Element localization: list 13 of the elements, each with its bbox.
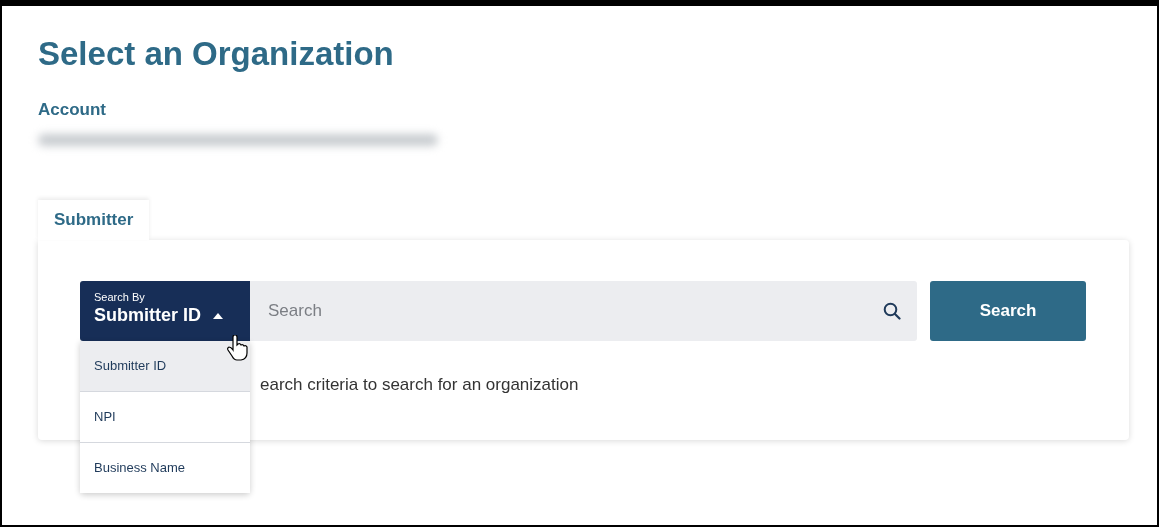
- dropdown-option[interactable]: Submitter ID: [80, 341, 250, 392]
- dropdown-option[interactable]: Business Name: [80, 443, 250, 493]
- dropdown-option[interactable]: NPI: [80, 392, 250, 443]
- page-title: Select an Organization: [38, 34, 395, 74]
- account-label: Account: [38, 100, 106, 120]
- caret-icon: [213, 312, 223, 319]
- search-button[interactable]: Search: [930, 281, 1086, 341]
- hint-text: earch criteria to search for an organization: [260, 375, 580, 395]
- search-by-dropdown[interactable]: Search By Submitter ID: [80, 281, 250, 341]
- hand-cursor-icon: [227, 335, 249, 361]
- tab[interactable]: Submitter: [38, 200, 150, 240]
- search-icon: [883, 302, 901, 320]
- search-field[interactable]: Search: [250, 281, 917, 341]
